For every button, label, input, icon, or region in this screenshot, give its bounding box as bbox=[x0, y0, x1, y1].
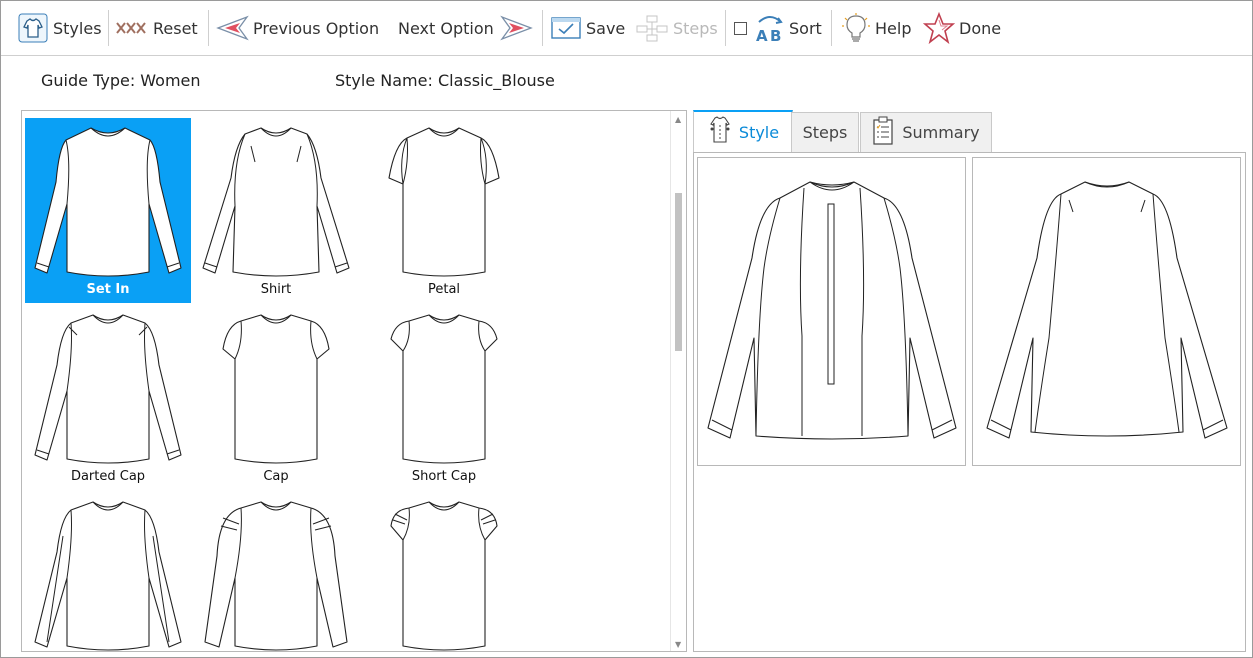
previous-option-label: Previous Option bbox=[253, 18, 380, 38]
option-label: Set In bbox=[86, 282, 130, 297]
clipboard-icon bbox=[872, 116, 894, 150]
done-label: Done bbox=[959, 18, 1002, 38]
styles-button[interactable]: Styles bbox=[17, 9, 102, 47]
sort-ab-icon: AB bbox=[755, 12, 785, 44]
save-button[interactable]: Save bbox=[550, 9, 625, 47]
option-tile[interactable]: Set In bbox=[25, 118, 191, 303]
toolbar-divider bbox=[725, 10, 726, 46]
star-icon bbox=[923, 12, 955, 44]
option-tile[interactable]: Short Cap bbox=[361, 305, 527, 490]
flowchart-icon bbox=[635, 14, 669, 42]
tab-summary-label: Summary bbox=[902, 123, 980, 142]
arrow-right-icon bbox=[499, 14, 534, 42]
done-button[interactable]: Done bbox=[923, 9, 1001, 47]
option-tile[interactable]: Darted Cap bbox=[25, 305, 191, 490]
style-preview-panel bbox=[693, 152, 1246, 652]
option-label: Darted Cap bbox=[70, 469, 146, 484]
toolbar-divider bbox=[108, 10, 109, 46]
lightbulb-icon bbox=[841, 12, 871, 44]
option-tile[interactable]: Shirt bbox=[193, 118, 359, 303]
option-label: Petal bbox=[427, 282, 461, 297]
option-tile[interactable] bbox=[193, 492, 359, 651]
next-option-button[interactable]: Next Option bbox=[398, 9, 534, 47]
scroll-up-arrow-icon[interactable]: ▲ bbox=[675, 115, 681, 124]
arrow-left-icon bbox=[215, 14, 249, 42]
scrollbar-thumb[interactable] bbox=[675, 193, 682, 351]
tab-style[interactable]: Style bbox=[693, 110, 793, 153]
styles-label: Styles bbox=[53, 18, 102, 38]
scroll-down-arrow-icon[interactable]: ▼ bbox=[675, 640, 681, 649]
style-option-window: Styles Reset Previous Option Next Option bbox=[0, 0, 1253, 658]
sort-toggle[interactable]: AB Sort bbox=[734, 9, 822, 47]
option-label: Short Cap bbox=[411, 469, 477, 484]
toolbar-divider bbox=[208, 10, 209, 46]
reset-icon bbox=[115, 18, 149, 38]
tab-style-label: Style bbox=[738, 122, 780, 142]
vertical-scrollbar[interactable]: ▲ ▼ bbox=[670, 111, 686, 651]
option-tile[interactable]: Cap bbox=[193, 305, 359, 490]
option-label: Shirt bbox=[260, 282, 292, 297]
shirt-icon bbox=[17, 12, 49, 44]
save-label: Save bbox=[586, 18, 626, 38]
option-gallery: Set In Shirt Petal Darted Cap Cap Short … bbox=[21, 110, 687, 652]
tab-steps-label: Steps bbox=[802, 123, 848, 142]
style-name: Style Name: Classic_Blouse bbox=[335, 71, 555, 90]
next-option-label: Next Option bbox=[398, 18, 494, 38]
option-label: Cap bbox=[263, 469, 289, 484]
back-view bbox=[972, 157, 1241, 466]
reset-label: Reset bbox=[153, 18, 198, 38]
sort-checkbox[interactable] bbox=[734, 21, 747, 35]
option-tile[interactable]: Petal bbox=[361, 118, 527, 303]
help-button[interactable]: Help bbox=[841, 9, 911, 47]
tab-steps[interactable]: Steps bbox=[791, 112, 859, 153]
tab-summary[interactable]: Summary bbox=[860, 112, 992, 153]
help-label: Help bbox=[875, 18, 912, 38]
toolbar-divider bbox=[542, 10, 543, 46]
reset-button[interactable]: Reset bbox=[115, 9, 198, 47]
guide-type: Guide Type: Women bbox=[41, 71, 201, 90]
front-view bbox=[697, 157, 966, 466]
style-icon bbox=[707, 115, 733, 149]
svg-text:A: A bbox=[756, 27, 768, 44]
steps-button[interactable]: Steps bbox=[635, 9, 718, 47]
option-tile[interactable] bbox=[25, 492, 191, 651]
steps-label: Steps bbox=[673, 18, 718, 38]
previous-option-button[interactable]: Previous Option bbox=[215, 9, 379, 47]
sort-label: Sort bbox=[789, 18, 822, 38]
svg-text:B: B bbox=[770, 27, 781, 44]
option-tile[interactable] bbox=[361, 492, 527, 651]
toolbar: Styles Reset Previous Option Next Option bbox=[1, 1, 1252, 56]
save-icon bbox=[550, 15, 582, 41]
toolbar-divider bbox=[831, 10, 832, 46]
